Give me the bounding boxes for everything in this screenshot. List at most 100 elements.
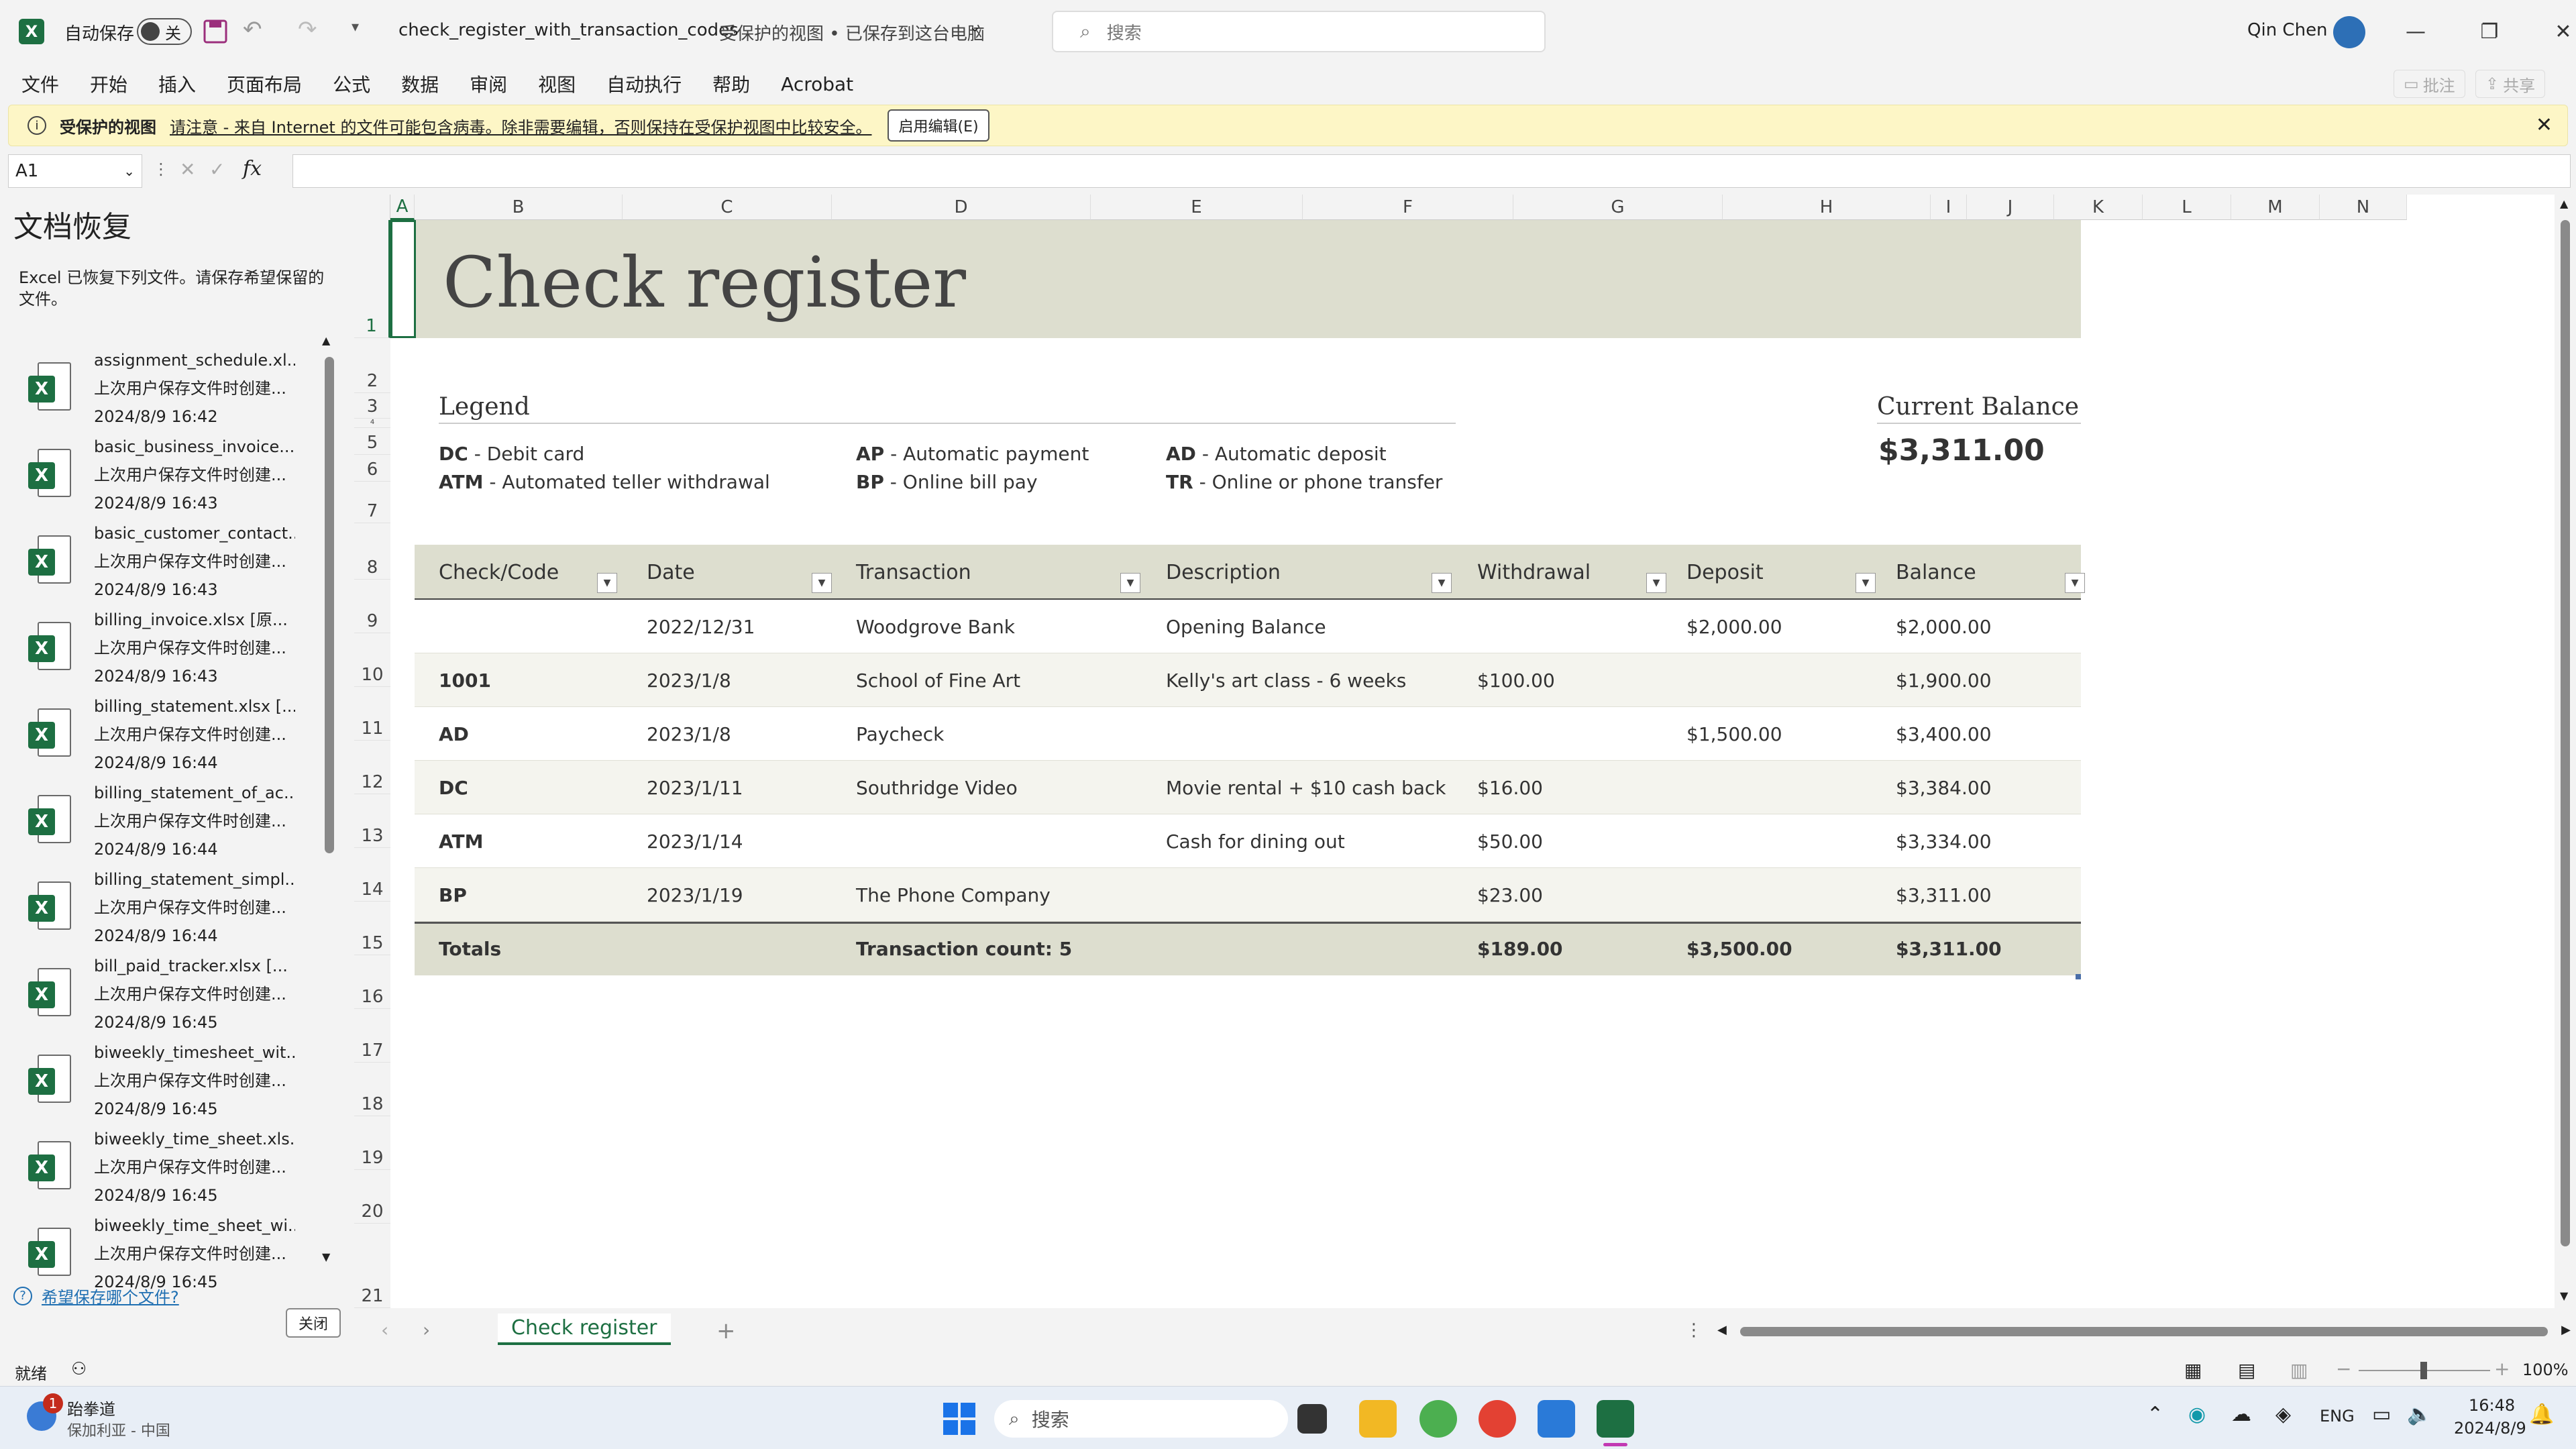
row-header[interactable]: 7 <box>354 482 390 523</box>
file-explorer-icon[interactable] <box>1359 1400 1397 1438</box>
volume-icon[interactable]: 🔈 <box>2407 1403 2432 1426</box>
chevron-down-icon[interactable]: ⌄ <box>969 19 981 36</box>
table-resize-handle[interactable] <box>2076 974 2081 979</box>
input-language[interactable]: ENG <box>2320 1407 2355 1426</box>
row-header[interactable]: 20 <box>354 1170 390 1224</box>
protected-view-message[interactable]: 请注意 - 来自 Internet 的文件可能包含病毒。除非需要编辑，否则保持在… <box>170 114 871 138</box>
recovered-file-item[interactable]: Xbilling_statement_simpl... 上次用户保存文件时创建..… <box>0 861 322 947</box>
scroll-down-icon[interactable]: ▼ <box>322 1250 330 1263</box>
document-status[interactable]: 受保护的视图 • 已保存到这台电脑 <box>719 20 985 45</box>
zoom-out-icon[interactable]: − <box>2336 1358 2351 1380</box>
recovered-file-item[interactable]: Xbiweekly_timesheet_wit... 上次用户保存文件时创建...… <box>0 1034 322 1120</box>
row-header[interactable]: 15 <box>354 902 390 955</box>
recovered-file-item[interactable]: Xbilling_invoice.xlsx [原... 上次用户保存文件时创建..… <box>0 602 322 688</box>
scroll-up-icon[interactable]: ▲ <box>322 334 330 347</box>
filter-dropdown-icon[interactable]: ▼ <box>1646 573 1666 593</box>
menu-page-layout[interactable]: 页面布局 <box>227 70 302 97</box>
selected-cell-a1[interactable] <box>390 220 416 338</box>
column-header[interactable]: F <box>1303 195 1513 220</box>
table-cell[interactable]: $2,000.00 <box>1686 616 1782 638</box>
next-sheet-icon[interactable]: › <box>423 1319 430 1341</box>
recovered-file-item[interactable]: Xbasic_business_invoice.... 上次用户保存文件时创建..… <box>0 429 322 515</box>
column-header[interactable]: A <box>390 195 415 220</box>
accessibility-icon[interactable]: ⚇ <box>71 1359 87 1379</box>
redo-icon[interactable]: ↷ <box>298 16 317 43</box>
totals-cell[interactable]: $3,500.00 <box>1686 938 1792 960</box>
totals-row[interactable] <box>415 922 2081 975</box>
row-header[interactable]: 21 <box>354 1224 390 1308</box>
column-header[interactable]: L <box>2143 195 2231 220</box>
recovered-file-item[interactable]: Xassignment_schedule.xl... 上次用户保存文件时创建...… <box>0 342 322 428</box>
scrollbar-thumb[interactable] <box>325 357 334 853</box>
cancel-icon[interactable]: ✕ <box>180 158 195 180</box>
recovered-file-item[interactable]: Xbilling_statement_of_ac... 上次用户保存文件时创建..… <box>0 775 322 861</box>
column-header[interactable]: E <box>1091 195 1303 220</box>
customize-qat-icon[interactable]: ▾ <box>352 19 359 36</box>
recovered-file-item[interactable]: Xbiweekly_time_sheet.xls... 上次用户保存文件时创建..… <box>0 1121 322 1207</box>
row-header[interactable]: 6 <box>354 455 390 482</box>
row-header[interactable]: 9 <box>354 580 390 633</box>
table-cell[interactable]: Kelly's art class - 6 weeks <box>1166 669 1406 692</box>
row-header[interactable]: 14 <box>354 848 390 902</box>
filter-dropdown-icon[interactable]: ▼ <box>1856 573 1876 593</box>
name-box[interactable]: A1 ⌄ <box>8 154 142 188</box>
column-header[interactable]: D <box>832 195 1091 220</box>
table-cell[interactable]: $3,384.00 <box>1896 777 1992 799</box>
menu-formulas[interactable]: 公式 <box>333 70 370 97</box>
row-header[interactable]: 5 <box>354 428 390 455</box>
avatar[interactable] <box>2333 16 2365 48</box>
menu-insert[interactable]: 插入 <box>158 70 196 97</box>
table-cell[interactable]: Cash for dining out <box>1166 830 1345 853</box>
autosave-toggle[interactable]: 关 <box>137 18 192 45</box>
filter-dropdown-icon[interactable]: ▼ <box>2065 573 2085 593</box>
enable-editing-button[interactable]: 启用编辑(E) <box>888 109 989 142</box>
recovery-scrollbar[interactable]: ▲ <box>322 334 337 1269</box>
windows-start-icon[interactable] <box>943 1403 975 1435</box>
close-window-button[interactable]: ✕ <box>2526 0 2576 63</box>
table-cell[interactable]: AD <box>439 723 469 745</box>
totals-cell[interactable]: $189.00 <box>1477 938 1563 960</box>
select-all-button[interactable] <box>354 195 390 220</box>
table-cell[interactable]: 2023/1/8 <box>647 669 731 692</box>
totals-cell[interactable]: Totals <box>439 938 501 960</box>
taskbar-search[interactable]: ⌕ 搜索 <box>994 1400 1288 1438</box>
table-cell[interactable]: $3,311.00 <box>1896 884 1992 906</box>
row-header[interactable]: 18 <box>354 1063 390 1116</box>
table-cell[interactable]: $16.00 <box>1477 777 1543 799</box>
which-file-link[interactable]: ? 希望保存哪个文件? <box>13 1284 179 1307</box>
row-header[interactable]: 17 <box>354 1009 390 1063</box>
restore-button[interactable]: ❐ <box>2453 0 2526 63</box>
row-header[interactable]: 3 <box>354 393 390 419</box>
scroll-down-icon[interactable]: ▼ <box>2560 1289 2568 1302</box>
row-header[interactable]: 13 <box>354 794 390 848</box>
table-cell[interactable]: $2,000.00 <box>1896 616 1992 638</box>
sheet-tab-check-register[interactable]: Check register <box>498 1313 671 1345</box>
horizontal-scrollbar[interactable]: ◀ ▶ <box>1717 1323 2571 1340</box>
menu-file[interactable]: 文件 <box>21 70 59 97</box>
recovered-file-item[interactable]: Xbiweekly_time_sheet_wi... 上次用户保存文件时创建...… <box>0 1208 322 1293</box>
column-header[interactable]: M <box>2231 195 2320 220</box>
column-header[interactable]: K <box>2054 195 2143 220</box>
close-recovery-button[interactable]: 关闭 <box>286 1308 341 1338</box>
zoom-slider[interactable] <box>2359 1362 2490 1379</box>
onedrive-icon[interactable]: ☁ <box>2231 1403 2251 1426</box>
table-cell[interactable]: Paycheck <box>856 723 944 745</box>
table-cell[interactable]: Opening Balance <box>1166 616 1326 638</box>
table-cell[interactable]: 1001 <box>439 669 491 692</box>
menu-view[interactable]: 视图 <box>538 70 576 97</box>
table-cell[interactable]: 2022/12/31 <box>647 616 755 638</box>
row-header[interactable]: 16 <box>354 955 390 1009</box>
row-header[interactable]: 10 <box>354 633 390 687</box>
table-cell[interactable]: Movie rental + $10 cash back <box>1166 777 1446 799</box>
totals-cell[interactable]: $3,311.00 <box>1896 938 2002 960</box>
tray-overflow-icon[interactable]: ⌃ <box>2147 1403 2163 1426</box>
table-cell[interactable]: 2023/1/14 <box>647 830 743 853</box>
share-button[interactable]: ⇪ 共享 <box>2475 70 2546 98</box>
more-options-icon[interactable]: ⋮ <box>1685 1320 1703 1340</box>
row-header[interactable]: 1 <box>354 220 390 338</box>
undo-icon[interactable]: ↶ <box>243 16 262 43</box>
table-cell[interactable]: 2023/1/8 <box>647 723 731 745</box>
table-cell[interactable]: 2023/1/11 <box>647 777 743 799</box>
zoom-slider-thumb[interactable] <box>2420 1362 2427 1379</box>
filter-dropdown-icon[interactable]: ▼ <box>1432 573 1452 593</box>
